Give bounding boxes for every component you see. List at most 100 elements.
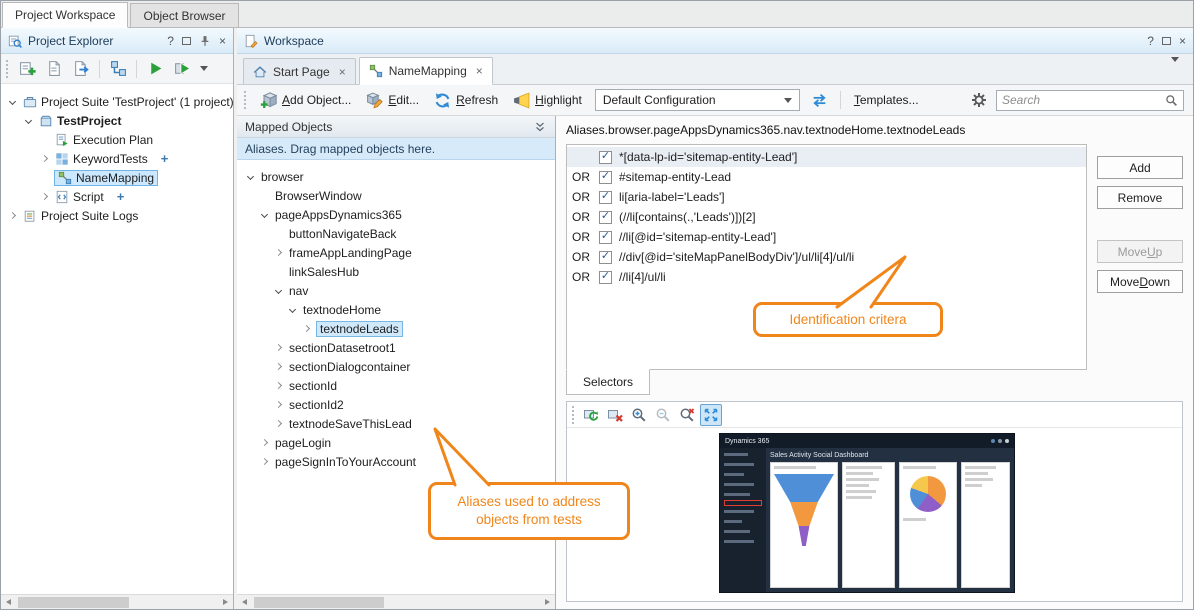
selector-checkbox[interactable] bbox=[599, 171, 612, 184]
chevron-right-icon[interactable] bbox=[258, 440, 271, 445]
chevron-down-icon[interactable] bbox=[286, 307, 299, 312]
run-test-button[interactable] bbox=[143, 57, 167, 81]
add-button[interactable]: Add bbox=[1097, 156, 1183, 179]
zoom-reset-button[interactable] bbox=[676, 404, 698, 426]
selector-checkbox[interactable] bbox=[599, 231, 612, 244]
tab-overflow-dropdown[interactable] bbox=[1163, 58, 1187, 80]
tree-item-linksaleshub[interactable]: linkSalesHub bbox=[237, 262, 555, 281]
close-tab-icon[interactable]: × bbox=[339, 66, 346, 78]
selector-checkbox[interactable] bbox=[599, 251, 612, 264]
close-icon[interactable]: × bbox=[219, 35, 226, 47]
chevron-down-icon[interactable] bbox=[6, 99, 19, 104]
tree-item-script[interactable]: Script + bbox=[1, 187, 233, 206]
close-icon[interactable]: × bbox=[1179, 35, 1186, 47]
chevron-down-icon[interactable] bbox=[272, 288, 285, 293]
run-project-button[interactable] bbox=[170, 57, 194, 81]
selector-row[interactable]: OR(//li[contains(.,'Leads')])[2] bbox=[567, 207, 1086, 227]
settings-button[interactable] bbox=[967, 88, 991, 112]
configuration-select[interactable]: Default Configuration bbox=[595, 89, 800, 111]
delete-image-button[interactable] bbox=[604, 404, 626, 426]
tab-selectors[interactable]: Selectors bbox=[566, 369, 650, 395]
selector-row[interactable]: OR//div[@id='siteMapPanelBodyDiv']/ul/li… bbox=[567, 247, 1086, 267]
tree-item-sectiondatasetroot1[interactable]: sectionDatasetroot1 bbox=[237, 338, 555, 357]
edit-button[interactable]: Edit... bbox=[361, 90, 424, 111]
tree-item-textnodehome[interactable]: textnodeHome bbox=[237, 300, 555, 319]
tree-item-nav[interactable]: nav bbox=[237, 281, 555, 300]
selector-checkbox[interactable] bbox=[599, 271, 612, 284]
chevron-down-icon[interactable] bbox=[244, 174, 257, 179]
chevron-right-icon[interactable] bbox=[272, 250, 285, 255]
tab-namemapping[interactable]: NameMapping × bbox=[359, 57, 493, 85]
window-position-icon[interactable] bbox=[182, 37, 191, 45]
highlight-button[interactable]: Highlight bbox=[508, 90, 587, 111]
tab-object-browser[interactable]: Object Browser bbox=[130, 3, 238, 27]
selector-row[interactable]: *[data-lp-id='sitemap-entity-Lead'] bbox=[567, 147, 1086, 167]
scroll-right-arrow[interactable] bbox=[540, 595, 555, 610]
chevron-right-icon[interactable] bbox=[272, 421, 285, 426]
selector-row[interactable]: OR#sitemap-entity-Lead bbox=[567, 167, 1086, 187]
add-keywordtest-button[interactable]: + bbox=[161, 152, 169, 165]
add-script-button[interactable]: + bbox=[117, 190, 125, 203]
scroll-thumb[interactable] bbox=[254, 597, 384, 608]
scroll-right-arrow[interactable] bbox=[218, 595, 233, 610]
toolbar-grip[interactable] bbox=[572, 406, 574, 424]
sync-configuration-button[interactable] bbox=[808, 88, 832, 112]
selector-row[interactable]: OR//li[4]/ul/li bbox=[567, 267, 1086, 287]
tree-item-project-suite-logs[interactable]: Project Suite Logs bbox=[1, 206, 233, 225]
chevron-right-icon[interactable] bbox=[272, 402, 285, 407]
toolbar-grip[interactable] bbox=[244, 91, 246, 109]
toolbar-more-dropdown[interactable] bbox=[197, 57, 211, 81]
tab-start-page[interactable]: Start Page × bbox=[243, 58, 356, 84]
export-file-button[interactable] bbox=[69, 57, 93, 81]
help-icon[interactable]: ? bbox=[167, 35, 174, 47]
tree-item-pageappsdynamics365[interactable]: pageAppsDynamics365 bbox=[237, 205, 555, 224]
add-file-button[interactable] bbox=[42, 57, 66, 81]
search-input[interactable] bbox=[1002, 93, 1165, 107]
zoom-out-button[interactable] bbox=[652, 404, 674, 426]
selector-row[interactable]: OR//li[@id='sitemap-entity-Lead'] bbox=[567, 227, 1086, 247]
tree-item-sectionid2[interactable]: sectionId2 bbox=[237, 395, 555, 414]
tree-item-buttonnavigateback[interactable]: buttonNavigateBack bbox=[237, 224, 555, 243]
tree-item-browserwindow[interactable]: BrowserWindow bbox=[237, 186, 555, 205]
fit-to-window-button[interactable] bbox=[700, 404, 722, 426]
templates-button[interactable]: Templates... bbox=[849, 91, 924, 109]
scroll-thumb[interactable] bbox=[18, 597, 129, 608]
tree-item-pagelogin[interactable]: pageLogin bbox=[237, 433, 555, 452]
move-down-button[interactable]: Move Down bbox=[1097, 270, 1183, 293]
selector-checkbox[interactable] bbox=[599, 191, 612, 204]
window-position-icon[interactable] bbox=[1162, 37, 1171, 45]
selector-checkbox[interactable] bbox=[599, 211, 612, 224]
add-item-button[interactable] bbox=[15, 57, 39, 81]
toolbar-grip[interactable] bbox=[6, 60, 8, 78]
scroll-left-arrow[interactable] bbox=[1, 595, 16, 610]
remove-button[interactable]: Remove bbox=[1097, 186, 1183, 209]
aliases-drop-bar[interactable]: Aliases. Drag mapped objects here. bbox=[237, 138, 555, 160]
tree-item-sectiondialogcontainer[interactable]: sectionDialogcontainer bbox=[237, 357, 555, 376]
scroll-left-arrow[interactable] bbox=[237, 595, 252, 610]
zoom-in-button[interactable] bbox=[628, 404, 650, 426]
collapse-panel-button[interactable] bbox=[533, 120, 547, 134]
pin-icon[interactable] bbox=[199, 35, 211, 47]
add-object-button[interactable]: Add Object... bbox=[255, 90, 356, 111]
selector-row[interactable]: ORli[aria-label='Leads'] bbox=[567, 187, 1086, 207]
tree-item-browser[interactable]: browser bbox=[237, 167, 555, 186]
chevron-right-icon[interactable] bbox=[38, 194, 51, 199]
tab-project-workspace[interactable]: Project Workspace bbox=[2, 2, 128, 28]
chevron-right-icon[interactable] bbox=[6, 213, 19, 218]
tree-item-project-suite[interactable]: Project Suite 'TestProject' (1 project) bbox=[1, 92, 233, 111]
move-up-button[interactable]: Move Up bbox=[1097, 240, 1183, 263]
chevron-down-icon[interactable] bbox=[22, 118, 35, 123]
close-tab-icon[interactable]: × bbox=[476, 65, 483, 77]
tree-item-testproject[interactable]: TestProject bbox=[1, 111, 233, 130]
tree-item-textnodesavethislead[interactable]: textnodeSaveThisLead bbox=[237, 414, 555, 433]
tree-item-namemapping[interactable]: NameMapping bbox=[1, 168, 233, 187]
tree-item-textnodeleads[interactable]: textnodeLeads bbox=[237, 319, 555, 338]
mapped-objects-hscrollbar[interactable] bbox=[237, 594, 555, 609]
update-image-button[interactable] bbox=[580, 404, 602, 426]
tree-item-pagesignintoyouraccount[interactable]: pageSignInToYourAccount bbox=[237, 452, 555, 471]
chevron-right-icon[interactable] bbox=[258, 459, 271, 464]
chevron-right-icon[interactable] bbox=[300, 326, 313, 331]
help-icon[interactable]: ? bbox=[1147, 35, 1154, 47]
chevron-right-icon[interactable] bbox=[272, 383, 285, 388]
tree-item-execution-plan[interactable]: Execution Plan bbox=[1, 130, 233, 149]
